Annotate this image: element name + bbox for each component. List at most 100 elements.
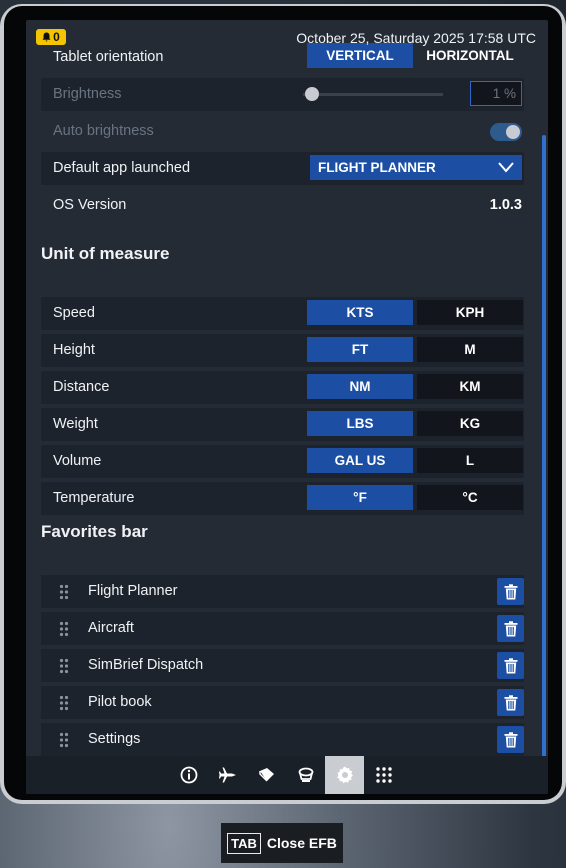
unit-segmented-control: KTS KPH xyxy=(307,300,524,326)
gear-icon xyxy=(336,766,353,784)
default-app-row: Default app launched FLIGHT PLANNER xyxy=(41,152,524,185)
unit-of-measure-title: Unit of measure xyxy=(41,244,170,263)
tab-key-hint: TAB xyxy=(227,832,261,854)
os-version-row: OS Version 1.0.3 xyxy=(41,189,524,222)
drag-handle-icon[interactable] xyxy=(59,584,69,600)
chevron-down-icon xyxy=(498,162,514,173)
unit-option-primary[interactable]: KTS xyxy=(307,300,413,325)
close-efb-label: Close EFB xyxy=(266,835,337,851)
drag-handle-icon[interactable] xyxy=(59,732,69,748)
unit-segmented-control: GAL US L xyxy=(307,448,524,474)
unit-row-height: Height FT M xyxy=(41,334,524,367)
favorite-item-label: Flight Planner xyxy=(88,583,178,599)
unit-label: Speed xyxy=(53,305,95,321)
airplane-icon xyxy=(218,767,236,783)
favorite-item[interactable]: SimBrief Dispatch xyxy=(41,649,524,682)
info-icon xyxy=(180,766,197,784)
close-efb-button[interactable]: TAB Close EFB xyxy=(221,823,343,863)
delete-favorite-button[interactable] xyxy=(497,689,524,716)
book-icon xyxy=(258,768,274,782)
scrollbar[interactable] xyxy=(542,135,546,757)
unit-row-volume: Volume GAL US L xyxy=(41,445,524,478)
favorite-item-label: Settings xyxy=(88,731,141,747)
unit-option-primary[interactable]: FT xyxy=(307,337,413,362)
unit-option-secondary[interactable]: M xyxy=(417,337,523,362)
brightness-value-field[interactable]: 1 % xyxy=(470,81,522,106)
nav-aircraft-button[interactable] xyxy=(208,756,247,794)
unit-option-secondary[interactable]: KPH xyxy=(417,300,523,325)
auto-brightness-row: Auto brightness xyxy=(41,115,524,148)
default-app-selected-value: FLIGHT PLANNER xyxy=(318,160,436,175)
auto-brightness-label: Auto brightness xyxy=(53,123,154,139)
unit-segmented-control: °F °C xyxy=(307,485,524,511)
favorite-item[interactable]: Aircraft xyxy=(41,612,524,645)
unit-option-secondary[interactable]: L xyxy=(417,448,523,473)
brightness-slider-handle[interactable] xyxy=(305,87,319,101)
toggle-knob xyxy=(506,125,520,139)
unit-option-secondary[interactable]: KM xyxy=(417,374,523,399)
unit-option-secondary[interactable]: °C xyxy=(417,485,523,510)
favorite-item-label: Pilot book xyxy=(88,694,152,710)
notification-badge[interactable]: 0 xyxy=(36,29,66,45)
unit-label: Height xyxy=(53,342,95,358)
os-version-label: OS Version xyxy=(53,197,127,213)
efb-tablet: Tablet orientation VERTICAL HORIZONTAL B… xyxy=(0,4,566,804)
brightness-row: Brightness 1 % xyxy=(41,78,524,111)
nav-simbrief-button[interactable] xyxy=(286,756,325,794)
tablet-bezel: Tablet orientation VERTICAL HORIZONTAL B… xyxy=(4,6,562,800)
unit-segmented-control: LBS KG xyxy=(307,411,524,437)
unit-label: Weight xyxy=(53,416,98,432)
trash-icon xyxy=(504,657,517,673)
drag-handle-icon[interactable] xyxy=(59,695,69,711)
trash-icon xyxy=(504,731,517,747)
brightness-label: Brightness xyxy=(53,86,122,102)
auto-brightness-toggle[interactable] xyxy=(490,123,522,141)
favorite-item[interactable]: Flight Planner xyxy=(41,575,524,608)
drag-handle-icon[interactable] xyxy=(59,658,69,674)
bottom-navigation xyxy=(26,756,548,794)
nav-apps-button[interactable] xyxy=(364,756,403,794)
delete-favorite-button[interactable] xyxy=(497,726,524,753)
unit-option-primary[interactable]: LBS xyxy=(307,411,413,436)
os-version-value: 1.0.3 xyxy=(489,197,522,213)
bell-icon xyxy=(42,32,51,42)
favorite-item-label: SimBrief Dispatch xyxy=(88,657,204,673)
default-app-dropdown[interactable]: FLIGHT PLANNER xyxy=(310,155,522,180)
efb-screen: Tablet orientation VERTICAL HORIZONTAL B… xyxy=(26,20,548,794)
date-time: October 25, Saturday 2025 17:58 UTC xyxy=(296,30,536,46)
delete-favorite-button[interactable] xyxy=(497,578,524,605)
favorite-item[interactable]: Settings xyxy=(41,723,524,756)
delete-favorite-button[interactable] xyxy=(497,652,524,679)
delete-favorite-button[interactable] xyxy=(497,615,524,642)
unit-option-primary[interactable]: GAL US xyxy=(307,448,413,473)
apps-grid-icon xyxy=(375,767,392,783)
favorite-item[interactable]: Pilot book xyxy=(41,686,524,719)
drag-handle-icon[interactable] xyxy=(59,621,69,637)
favorite-item-label: Aircraft xyxy=(88,620,134,636)
brightness-slider-track[interactable] xyxy=(303,93,443,96)
notification-count: 0 xyxy=(53,30,60,44)
default-app-label: Default app launched xyxy=(53,160,191,176)
nav-settings-button[interactable] xyxy=(325,756,364,794)
unit-segmented-control: FT M xyxy=(307,337,524,363)
trash-icon xyxy=(504,583,517,599)
nav-pilot-book-button[interactable] xyxy=(247,756,286,794)
trash-icon xyxy=(504,694,517,710)
unit-segmented-control: NM KM xyxy=(307,374,524,400)
unit-label: Distance xyxy=(53,379,110,395)
tablet-orientation-label: Tablet orientation xyxy=(53,49,164,65)
unit-row-weight: Weight LBS KG xyxy=(41,408,524,441)
unit-option-primary[interactable]: °F xyxy=(307,485,413,510)
settings-panel: Tablet orientation VERTICAL HORIZONTAL B… xyxy=(26,20,548,760)
unit-row-distance: Distance NM KM xyxy=(41,371,524,404)
unit-row-temperature: Temperature °F °C xyxy=(41,482,524,515)
pilot-cap-icon xyxy=(298,767,313,782)
status-bar: 0 October 25, Saturday 2025 17:58 UTC xyxy=(26,20,548,50)
trash-icon xyxy=(504,620,517,636)
nav-info-button[interactable] xyxy=(169,756,208,794)
unit-row-speed: Speed KTS KPH xyxy=(41,297,524,330)
favorites-bar-title: Favorites bar xyxy=(41,522,148,541)
unit-option-primary[interactable]: NM xyxy=(307,374,413,399)
unit-option-secondary[interactable]: KG xyxy=(417,411,523,436)
unit-label: Volume xyxy=(53,453,102,469)
